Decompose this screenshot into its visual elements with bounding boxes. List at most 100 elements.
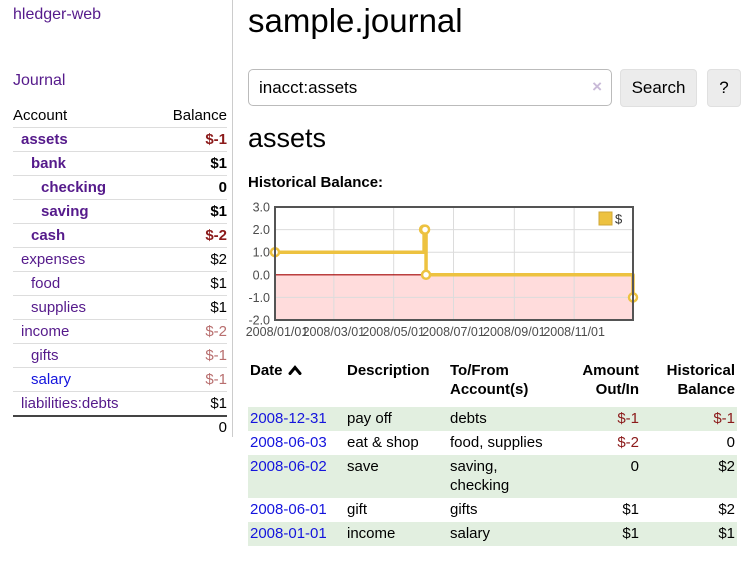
y-tick-label: 2.0 [253, 223, 270, 237]
x-tick-label: 2008/05/01 [362, 325, 425, 339]
account-link[interactable]: bank [13, 152, 66, 175]
search-box: × [248, 69, 612, 106]
sidebar: hledger-web Journal Account Balance asse… [0, 0, 233, 437]
account-link[interactable]: supplies [13, 296, 86, 319]
transaction-balance: $2 [641, 455, 737, 498]
register-table: DateDescriptionTo/From Account(s)Amount … [248, 360, 737, 546]
account-balance: $1 [210, 296, 227, 319]
sidebar-item-journal[interactable]: Journal [13, 72, 65, 90]
register-column-header[interactable]: Date [248, 360, 345, 407]
x-tick-label: 2008/01/01 [246, 325, 308, 339]
transaction-amount: $1 [558, 522, 641, 546]
table-row: 2008-12-31pay offdebts$-1$-1 [248, 407, 737, 431]
x-tick-label: 2008/11/01 [543, 325, 605, 339]
main-content: sample.journal × Search ? assets Histori… [248, 0, 742, 582]
account-balance: 0 [219, 176, 227, 199]
search-input[interactable] [248, 69, 612, 106]
transaction-accounts: food, supplies [448, 431, 558, 455]
account-link[interactable]: food [13, 272, 60, 295]
account-balance: $-1 [205, 344, 227, 367]
account-link[interactable]: expenses [13, 248, 85, 271]
register-column-header: To/From Account(s) [448, 360, 558, 407]
transaction-description: income [345, 522, 448, 546]
legend-label: $ [615, 212, 623, 227]
y-tick-label: 1.0 [253, 246, 270, 260]
register-column-label: Description [347, 362, 430, 379]
account-link[interactable]: cash [13, 224, 65, 247]
y-tick-label: -1.0 [248, 291, 270, 305]
account-link[interactable]: liabilities:debts [13, 392, 119, 415]
sidebar-account-row: bank$1 [13, 152, 227, 176]
account-link[interactable]: checking [13, 176, 106, 199]
sidebar-account-row: saving $1 [13, 200, 227, 224]
y-tick-label: 3.0 [253, 201, 270, 215]
register-column-label: Historical Balance [667, 362, 735, 398]
transaction-description: save [345, 455, 448, 498]
account-balance: $2 [210, 248, 227, 271]
x-tick-label: 2008/03/01 [303, 325, 366, 339]
transaction-accounts: gifts [448, 498, 558, 522]
x-tick-label: 2008/09/01 [483, 325, 546, 339]
sidebar-account-row: supplies $1 [13, 296, 227, 320]
transaction-amount: $-2 [558, 431, 641, 455]
transaction-accounts: salary [448, 522, 558, 546]
sidebar-account-row: salary $-1 [13, 368, 227, 392]
register-column-label: To/From Account(s) [450, 362, 528, 398]
transaction-date-link[interactable]: 2008-01-01 [250, 525, 327, 542]
account-link[interactable]: salary [13, 368, 71, 391]
accounts-table-header: Account Balance [13, 104, 227, 128]
sidebar-account-row: checking 0 [13, 176, 227, 200]
sidebar-account-row: liabilities:debts $1 [13, 392, 227, 416]
historical-balance-chart-svg: $3.02.01.00.0-1.0-2.02008/01/012008/03/0… [246, 199, 742, 345]
transaction-balance: $2 [641, 498, 737, 522]
account-link[interactable]: assets [13, 128, 68, 151]
transaction-accounts: debts [448, 407, 558, 431]
page-title: sample.journal [248, 2, 463, 40]
transaction-date-link[interactable]: 2008-12-31 [250, 410, 327, 427]
register-column-label: Date [250, 362, 283, 379]
sidebar-account-row: expenses $2 [13, 248, 227, 272]
brand-link[interactable]: hledger-web [13, 6, 101, 24]
transaction-description: eat & shop [345, 431, 448, 455]
table-row: 2008-06-02savesaving, checking0$2 [248, 455, 737, 498]
transaction-balance: $1 [641, 522, 737, 546]
account-link[interactable]: income [13, 320, 69, 343]
account-balance: $-2 [205, 320, 227, 343]
accounts-total-row: 0 [13, 415, 227, 437]
sort-ascending-icon [288, 365, 302, 375]
x-tick-label: 2008/07/01 [422, 325, 485, 339]
account-balance: $1 [210, 392, 227, 415]
accounts-balance-table: Account Balance assets$-1bank$1checking0… [13, 104, 227, 437]
search-button[interactable]: Search [620, 69, 697, 107]
transaction-description: pay off [345, 407, 448, 431]
transaction-date-link[interactable]: 2008-06-03 [250, 434, 327, 451]
account-balance: $1 [210, 200, 227, 223]
search-bar: × Search ? [248, 69, 742, 107]
accounts-column-header: Account [13, 104, 67, 127]
sidebar-account-row: food $1 [13, 272, 227, 296]
account-balance: $-2 [205, 224, 227, 247]
account-balance: $1 [210, 272, 227, 295]
accounts-total-value: 0 [219, 417, 227, 437]
register-column-header: Historical Balance [641, 360, 737, 407]
transaction-accounts: saving, checking [448, 455, 558, 498]
help-button[interactable]: ? [707, 69, 741, 107]
transaction-amount: $-1 [558, 407, 641, 431]
register-header-row: DateDescriptionTo/From Account(s)Amount … [248, 360, 737, 407]
balance-chart: $3.02.01.00.0-1.0-2.02008/01/012008/03/0… [246, 199, 742, 345]
register-column-header: Description [345, 360, 448, 407]
transaction-amount: $1 [558, 498, 641, 522]
sidebar-account-row: income $-2 [13, 320, 227, 344]
clear-search-icon[interactable]: × [592, 77, 602, 97]
account-balance: $-1 [205, 368, 227, 391]
account-link[interactable]: saving [13, 200, 89, 223]
chart-point [422, 271, 430, 279]
hledger-web-app: hledger-web Journal Account Balance asse… [0, 0, 742, 582]
transaction-date-link[interactable]: 2008-06-02 [250, 458, 327, 475]
account-link[interactable]: gifts [13, 344, 59, 367]
table-row: 2008-01-01incomesalary$1$1 [248, 522, 737, 546]
accounts-rows: assets$-1bank$1checking0saving$1cash$-2e… [13, 128, 227, 416]
account-heading: assets [248, 123, 326, 154]
transaction-date-link[interactable]: 2008-06-01 [250, 501, 327, 518]
transaction-description: gift [345, 498, 448, 522]
